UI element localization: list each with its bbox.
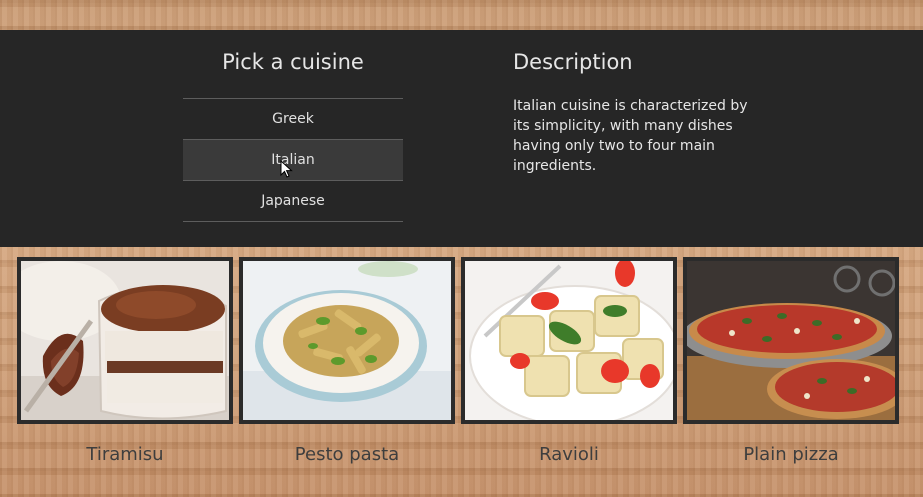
cuisine-panel [0,30,923,247]
dish-caption-plain-pizza: Plain pizza [743,444,839,465]
cuisine-item-japanese[interactable]: Japanese [183,180,403,222]
tiramisu-photo [21,261,229,420]
dish-card-pesto-pasta[interactable] [239,257,455,424]
mouse-pointer-icon [280,160,293,178]
dish-caption-pesto-pasta: Pesto pasta [294,444,400,465]
dish-caption-ravioli: Ravioli [539,444,599,465]
pizza-photo [687,261,895,420]
ravioli-photo [465,261,673,420]
dish-caption-tiramisu: Tiramisu [86,444,164,465]
description-title: Description [513,50,633,74]
dish-card-plain-pizza[interactable] [683,257,899,424]
dish-card-tiramisu[interactable] [17,257,233,424]
dish-card-ravioli[interactable] [461,257,677,424]
description-text: Italian cuisine is characterized by its … [513,98,748,174]
cuisine-item-greek[interactable]: Greek [183,98,403,139]
picker-title: Pick a cuisine [222,50,364,74]
pesto-pasta-photo [243,261,451,420]
